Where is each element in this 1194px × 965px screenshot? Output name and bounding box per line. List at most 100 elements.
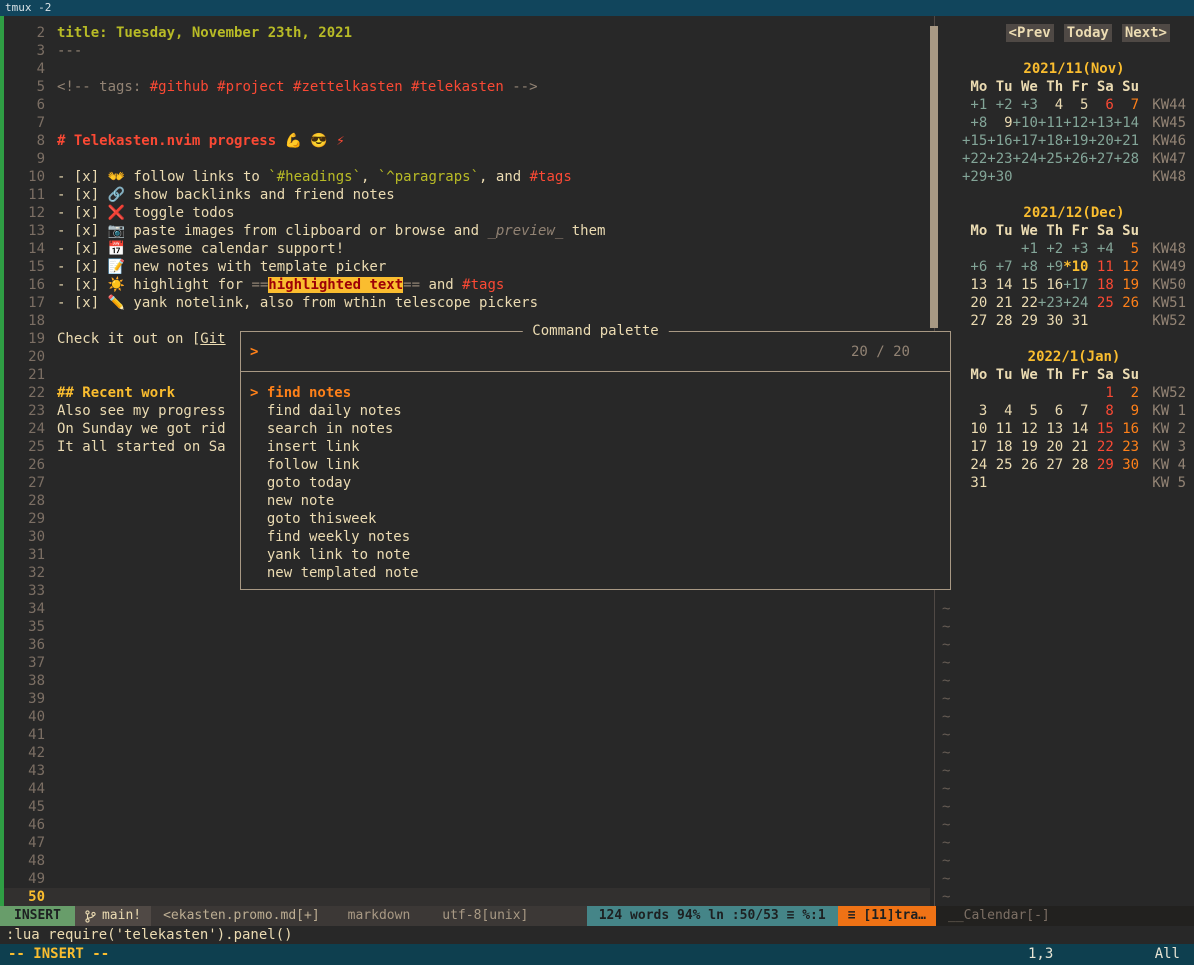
editor-line[interactable]: 39 <box>4 690 930 708</box>
calendar-day[interactable]: +6 <box>962 259 987 275</box>
calendar-day[interactable]: 21 <box>987 295 1012 311</box>
calendar-day[interactable]: 26 <box>1114 295 1139 311</box>
calendar-day[interactable]: +4 <box>1088 241 1113 257</box>
calendar-day[interactable]: 28 <box>987 313 1012 329</box>
palette-item[interactable]: search in notes <box>250 420 950 438</box>
palette-item[interactable]: yank link to note <box>250 546 950 564</box>
calendar-day[interactable]: 1 <box>1088 385 1113 401</box>
calendar-day[interactable]: +14 <box>1114 115 1139 131</box>
calendar-day[interactable]: 15 <box>1088 421 1113 437</box>
editor-line[interactable]: 11- [x] 🔗 show backlinks and friend note… <box>4 186 930 204</box>
editor-line[interactable]: 8# Telekasten.nvim progress 💪 😎 ⚡ <box>4 132 930 150</box>
calendar-day[interactable]: +28 <box>1114 151 1139 167</box>
editor-line[interactable]: 48 <box>4 852 930 870</box>
calendar-day[interactable]: +24 <box>1063 295 1088 311</box>
calendar-day[interactable]: 4 <box>1038 97 1063 113</box>
calendar-day[interactable]: 5 <box>1063 97 1088 113</box>
calendar-day[interactable]: 30 <box>1038 313 1063 329</box>
editor-line[interactable]: 4 <box>4 60 930 78</box>
editor-line[interactable]: 14- [x] 📅 awesome calendar support! <box>4 240 930 258</box>
calendar-day[interactable]: 5 <box>1114 241 1139 257</box>
calendar-day[interactable]: +20 <box>1088 133 1113 149</box>
calendar-day[interactable]: +27 <box>1088 151 1113 167</box>
calendar-day[interactable]: 30 <box>1114 457 1139 473</box>
editor-line[interactable]: 47 <box>4 834 930 852</box>
palette-item[interactable]: find daily notes <box>250 402 950 420</box>
calendar-day[interactable]: +3 <box>1063 241 1088 257</box>
calendar-day[interactable]: 16 <box>1114 421 1139 437</box>
calendar-day[interactable]: 19 <box>1013 439 1038 455</box>
editor-line[interactable]: 3--- <box>4 42 930 60</box>
calendar-day[interactable]: 16 <box>1038 277 1063 293</box>
calendar-day[interactable]: +21 <box>1114 133 1139 149</box>
calendar-day[interactable]: +25 <box>1038 151 1063 167</box>
calendar-day[interactable]: 11 <box>987 421 1012 437</box>
calendar-day[interactable]: 26 <box>1013 457 1038 473</box>
calendar-day[interactable]: +23 <box>987 151 1012 167</box>
calendar-day[interactable]: 8 <box>1088 403 1113 419</box>
calendar-day[interactable]: +19 <box>1063 133 1088 149</box>
calendar-day[interactable]: +1 <box>1013 241 1038 257</box>
palette-item[interactable]: goto thisweek <box>250 510 950 528</box>
calendar-day[interactable]: 20 <box>962 295 987 311</box>
editor-line[interactable]: 9 <box>4 150 930 168</box>
editor-line[interactable]: 43 <box>4 762 930 780</box>
calendar-day[interactable]: +8 <box>1013 259 1038 275</box>
calendar-day[interactable]: +16 <box>987 133 1012 149</box>
editor-line[interactable]: 12- [x] ❌ toggle todos <box>4 204 930 222</box>
calendar-day[interactable]: 13 <box>962 277 987 293</box>
calendar-day[interactable]: 4 <box>987 403 1012 419</box>
calendar-day[interactable]: +18 <box>1038 133 1063 149</box>
palette-item[interactable]: follow link <box>250 456 950 474</box>
calendar-day[interactable]: 17 <box>962 439 987 455</box>
calendar-day[interactable]: +2 <box>1038 241 1063 257</box>
calendar-day[interactable]: 14 <box>987 277 1012 293</box>
editor-line[interactable]: 46 <box>4 816 930 834</box>
editor-line[interactable]: 44 <box>4 780 930 798</box>
calendar-day[interactable]: 2 <box>1114 385 1139 401</box>
calendar-day[interactable]: 9 <box>987 115 1012 131</box>
palette-item[interactable]: new note <box>250 492 950 510</box>
calendar-day[interactable]: 7 <box>1114 97 1139 113</box>
calendar-day[interactable]: 28 <box>1063 457 1088 473</box>
calendar-day[interactable]: 27 <box>1038 457 1063 473</box>
calendar-day[interactable]: +17 <box>1013 133 1038 149</box>
calendar-day[interactable]: +13 <box>1088 115 1113 131</box>
calendar-day[interactable]: +2 <box>987 97 1012 113</box>
editor-line[interactable]: 15- [x] 📝 new notes with template picker <box>4 258 930 276</box>
calendar-day[interactable]: 13 <box>1038 421 1063 437</box>
editor-line[interactable]: 37 <box>4 654 930 672</box>
calendar-day[interactable]: 25 <box>1088 295 1113 311</box>
calendar-day[interactable]: +1 <box>962 97 987 113</box>
calendar-day[interactable]: *10 <box>1063 259 1088 275</box>
editor-line[interactable]: 45 <box>4 798 930 816</box>
editor-line[interactable]: 18 <box>4 312 930 330</box>
editor-line[interactable]: 38 <box>4 672 930 690</box>
editor-line[interactable]: 5<!-- tags: #github #project #zettelkast… <box>4 78 930 96</box>
calendar-day[interactable]: 5 <box>1013 403 1038 419</box>
calendar-day[interactable]: 20 <box>1038 439 1063 455</box>
calendar-day[interactable]: 11 <box>1088 259 1113 275</box>
editor-line[interactable]: 2title: Tuesday, November 23th, 2021 <box>4 24 930 42</box>
calendar-day[interactable]: 18 <box>987 439 1012 455</box>
calendar-day[interactable]: +26 <box>1063 151 1088 167</box>
calendar-day[interactable]: +12 <box>1063 115 1088 131</box>
calendar-day[interactable]: 22 <box>1088 439 1113 455</box>
calendar-day[interactable]: +17 <box>1063 277 1088 293</box>
calendar-day[interactable]: 21 <box>1063 439 1088 455</box>
next-button[interactable]: Next> <box>1122 24 1170 42</box>
editor-line[interactable]: 40 <box>4 708 930 726</box>
calendar-day[interactable]: 12 <box>1013 421 1038 437</box>
calendar-day[interactable]: +7 <box>987 259 1012 275</box>
calendar-day[interactable]: +23 <box>1038 295 1063 311</box>
calendar-day[interactable]: +29 <box>962 169 987 185</box>
calendar-day[interactable]: 15 <box>1013 277 1038 293</box>
prev-button[interactable]: <Prev <box>1006 24 1054 42</box>
editor-line[interactable]: 10- [x] 👐 follow links to `#headings`, `… <box>4 168 930 186</box>
editor-line[interactable]: 7 <box>4 114 930 132</box>
palette-item[interactable]: > find notes <box>250 384 950 402</box>
calendar-day[interactable]: 3 <box>962 403 987 419</box>
calendar-day[interactable]: 6 <box>1038 403 1063 419</box>
calendar-day[interactable]: 22 <box>1013 295 1038 311</box>
calendar-day[interactable]: 31 <box>1063 313 1088 329</box>
